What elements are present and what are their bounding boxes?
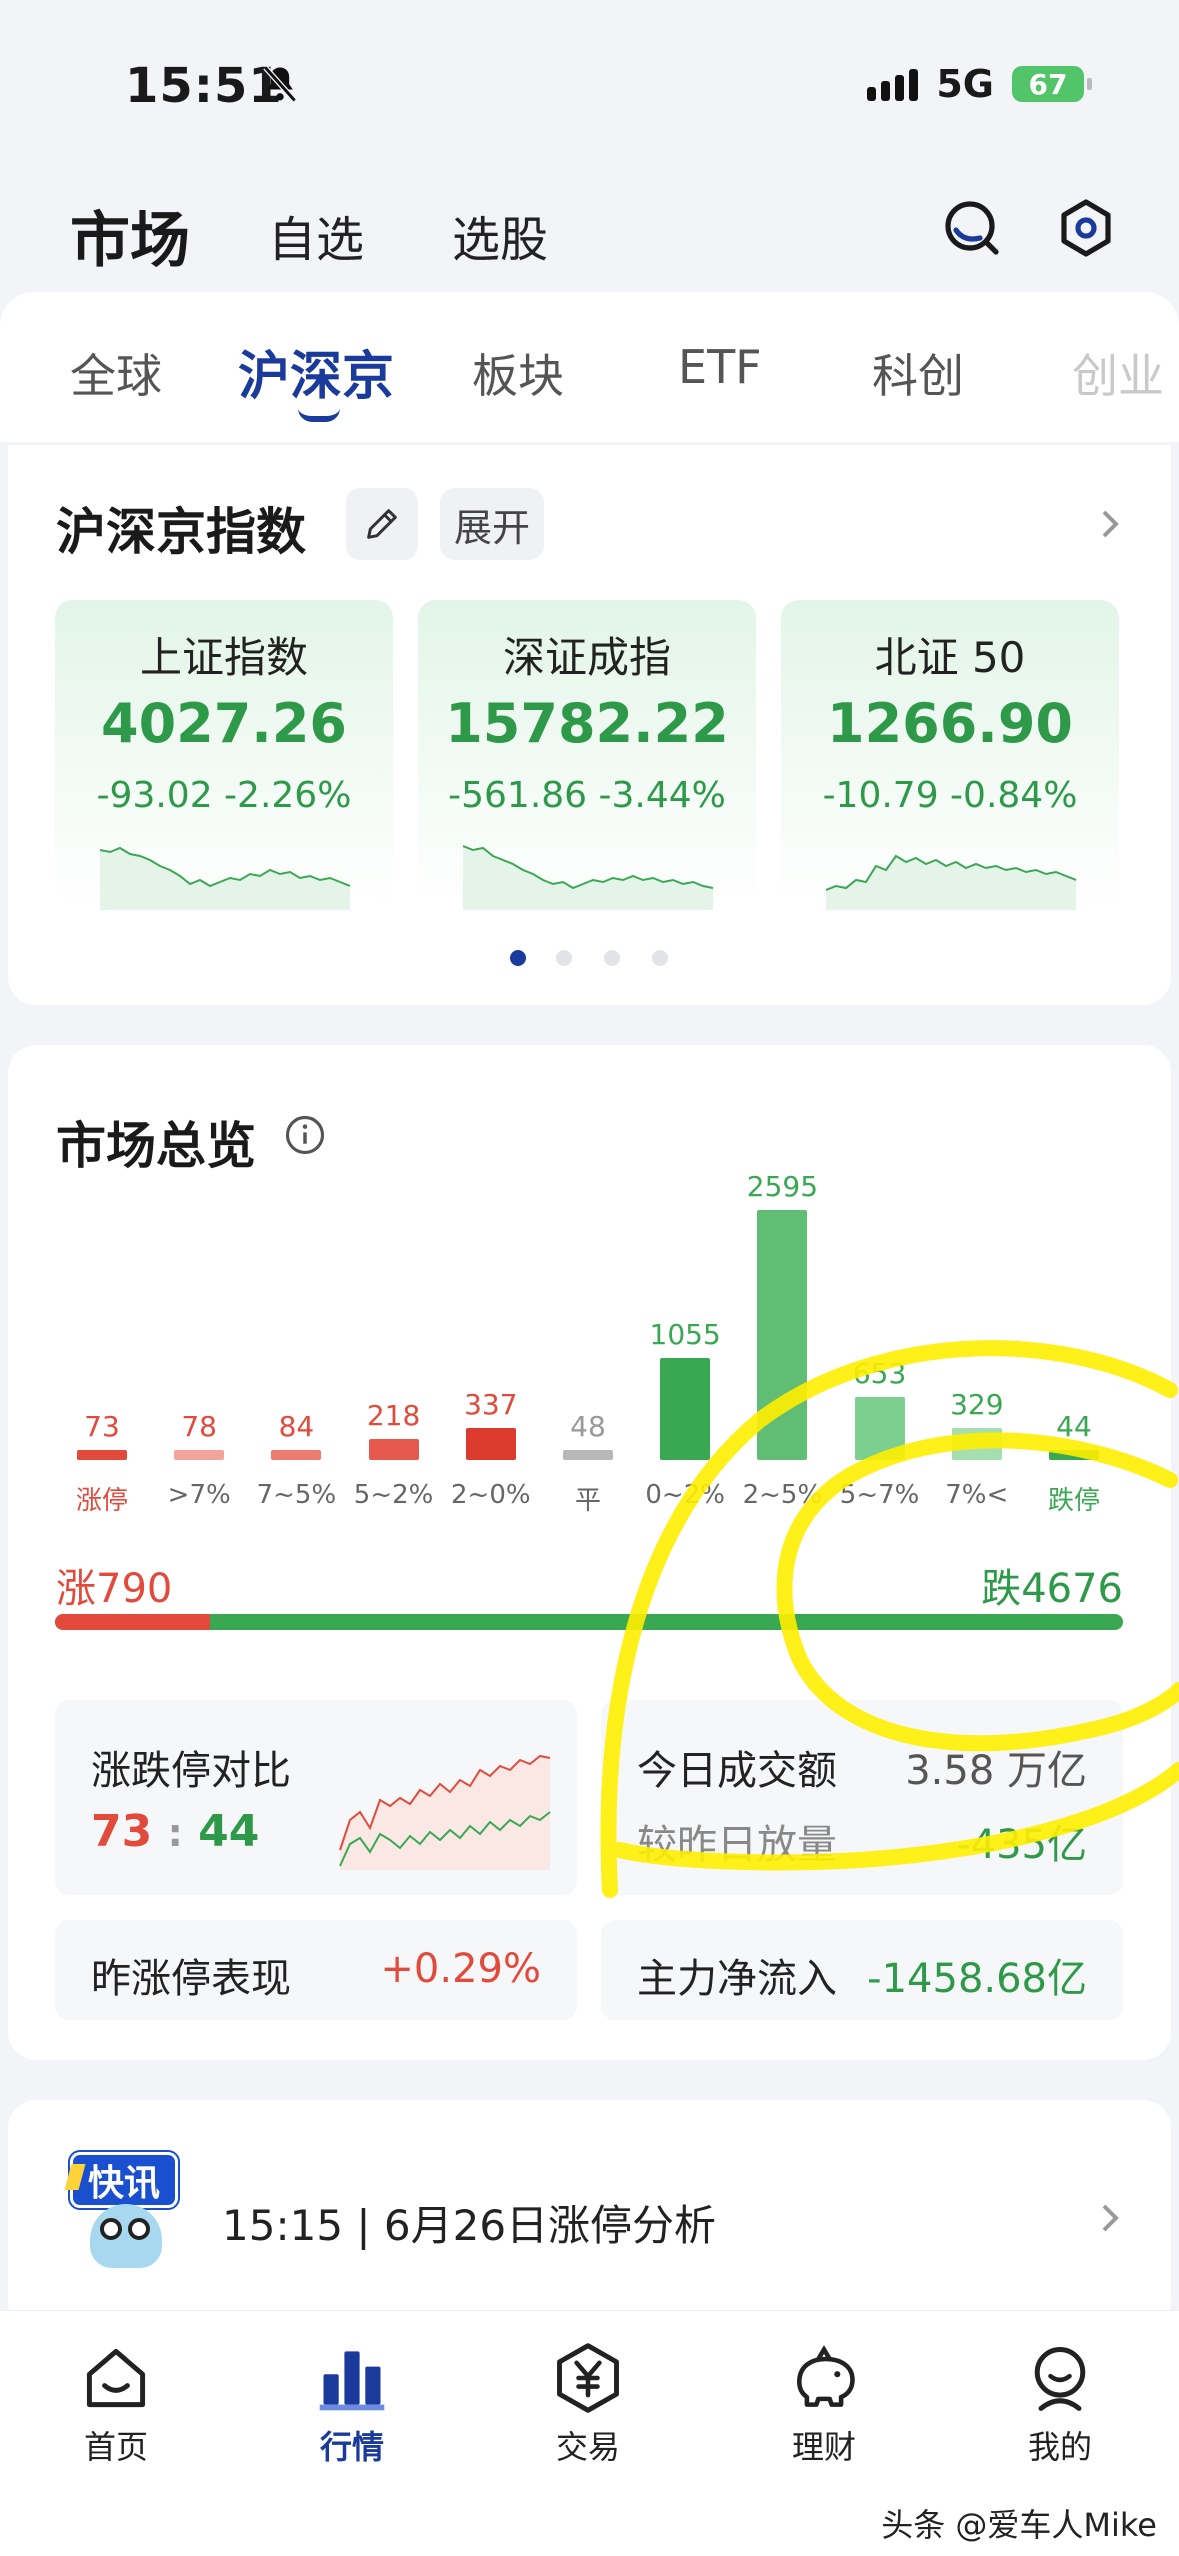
carousel-dot[interactable] <box>556 950 572 966</box>
limit-compare-label: 涨跌停对比 <box>91 1748 291 1794</box>
tab-chinext[interactable]: 创业 <box>1072 340 1164 406</box>
piggy-bank-icon <box>797 2345 855 2407</box>
index-card-shenzhen[interactable]: 深证成指 15782.22 -561.86 -3.44% <box>418 600 756 910</box>
yesterday-limit-label: 昨涨停表现 <box>91 1956 291 2002</box>
yesterday-limit-value: +0.29% <box>380 1946 541 1992</box>
carousel-dot[interactable] <box>510 950 526 966</box>
main-inflow-box[interactable]: 主力净流入 -1458.68亿 <box>601 1920 1123 2020</box>
turnover-box[interactable]: 今日成交额 3.58 万亿 较昨日放量 -435亿 <box>601 1700 1123 1895</box>
profile-icon <box>1034 2347 1086 2411</box>
index-name: 上证指数 <box>139 633 308 682</box>
edit-button[interactable] <box>346 488 418 560</box>
limit-compare-box[interactable]: 涨跌停对比 73 : 44 <box>55 1700 577 1895</box>
status-indicators: 5G 67 <box>848 62 1092 106</box>
main-inflow-label: 主力净流入 <box>637 1956 837 2002</box>
index-name: 深证成指 <box>502 633 671 682</box>
index-change: -561.86 -3.44% <box>448 775 726 816</box>
pencil-icon <box>367 509 397 539</box>
limit-up-count: 73 <box>91 1806 153 1857</box>
battery-icon: 67 <box>1012 66 1092 102</box>
tab-stock-picker[interactable]: 选股 <box>452 200 548 270</box>
ratio-separator: : <box>167 1811 183 1855</box>
watermark: 头条 @爱车人Mike <box>881 2506 1157 2544</box>
index-sparkline <box>100 846 350 910</box>
tab-etf[interactable]: ETF <box>678 340 762 394</box>
nav-label: 首页 <box>83 2428 148 2466</box>
index-value: 1266.90 <box>827 692 1073 755</box>
market-overview-title: 市场总览 <box>56 1117 256 1175</box>
turnover-compare-label: 较昨日放量 <box>637 1822 837 1868</box>
tab-star-market[interactable]: 科创 <box>872 340 964 406</box>
index-card-bse50[interactable]: 北证 50 1266.90 -10.79 -0.84% <box>781 600 1119 910</box>
carousel-dot[interactable] <box>604 950 620 966</box>
index-sparkline <box>463 845 713 910</box>
network-type: 5G <box>936 62 994 106</box>
news-badge: 快讯 <box>70 2152 178 2208</box>
yesterday-limit-box[interactable]: 昨涨停表现 +0.29% <box>55 1920 577 2020</box>
nav-label: 交易 <box>555 2428 620 2466</box>
page-title: 市场 <box>70 206 190 276</box>
home-icon <box>86 2348 146 2408</box>
tab-watchlist[interactable]: 自选 <box>268 200 364 270</box>
signal-icon <box>867 67 919 101</box>
limit-compare-sparkline <box>339 1754 551 1870</box>
tab-global[interactable]: 全球 <box>70 340 162 406</box>
market-chart-icon <box>319 2351 385 2411</box>
category-tab-bar <box>0 292 1179 442</box>
nav-label: 我的 <box>1027 2428 1092 2466</box>
tab-hushenjing[interactable]: 沪深京 <box>238 334 394 409</box>
up-down-ratio-bar <box>55 1614 1123 1630</box>
limit-down-count: 44 <box>198 1806 260 1857</box>
turnover-compare-value: -435亿 <box>956 1822 1087 1868</box>
turnover-label: 今日成交额 <box>637 1748 837 1794</box>
index-card-shanghai[interactable]: 上证指数 4027.26 -93.02 -2.26% <box>55 600 393 910</box>
limit-compare-ratio: 73 : 44 <box>91 1806 259 1857</box>
battery-level: 67 <box>1028 67 1068 101</box>
index-sparkline <box>826 854 1076 910</box>
nav-label: 行情 <box>319 2428 384 2466</box>
turnover-value: 3.58 万亿 <box>905 1748 1087 1794</box>
info-icon[interactable] <box>284 1114 326 1156</box>
search-icon[interactable] <box>940 196 1004 260</box>
settings-icon[interactable] <box>1054 196 1118 260</box>
news-headline[interactable]: 15:15 | 6月26日涨停分析 <box>222 2192 716 2253</box>
up-total: 涨790 <box>56 1566 173 1612</box>
expand-button[interactable]: 展开 <box>440 488 544 560</box>
tab-sectors[interactable]: 板块 <box>472 340 564 406</box>
bell-muted-icon <box>263 65 297 103</box>
indices-title: 沪深京指数 <box>56 503 306 561</box>
carousel-dot[interactable] <box>652 950 668 966</box>
news-mascot-icon: 快讯 <box>64 2152 182 2272</box>
market-overview-card <box>8 1045 1171 2060</box>
index-change: -10.79 -0.84% <box>822 775 1078 816</box>
chevron-right-icon[interactable] <box>1094 2198 1126 2238</box>
index-value: 15782.22 <box>445 692 729 755</box>
index-change: -93.02 -2.26% <box>96 775 352 816</box>
down-total: 跌4676 <box>981 1566 1123 1612</box>
main-inflow-value: -1458.68亿 <box>867 1956 1087 2002</box>
chevron-right-icon[interactable] <box>1094 504 1126 544</box>
index-value: 4027.26 <box>101 692 347 755</box>
up-ratio-fill <box>55 1614 210 1630</box>
nav-label: 理财 <box>791 2428 856 2466</box>
trade-yen-icon <box>557 2343 619 2413</box>
index-name: 北证 50 <box>874 633 1026 682</box>
